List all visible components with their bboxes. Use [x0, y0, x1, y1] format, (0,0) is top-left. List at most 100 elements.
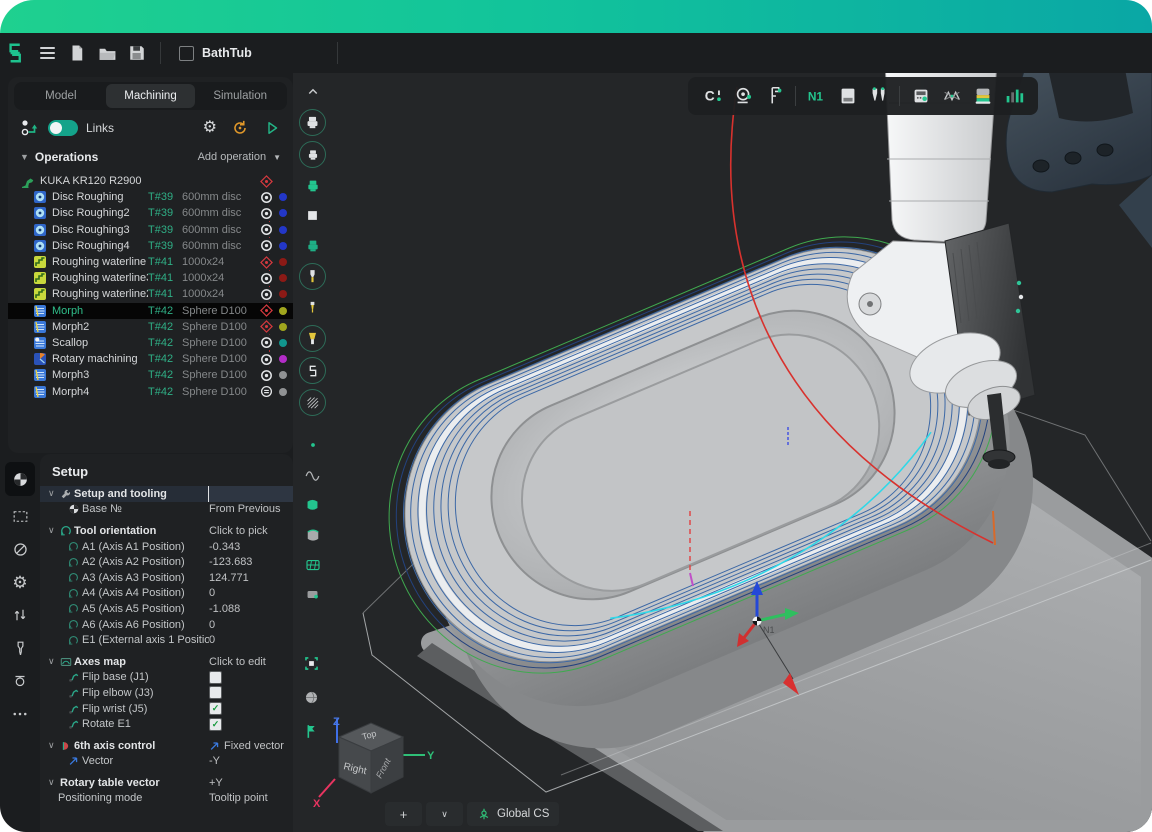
property-row[interactable]: ∨Tool orientationClick to pick: [40, 523, 293, 539]
show-mesh-icon[interactable]: [299, 389, 326, 416]
operation-status-icon[interactable]: [258, 287, 275, 302]
operation-row[interactable]: Disc Roughing3T#39600mm disc: [8, 222, 293, 238]
property-row[interactable]: Flip wrist (J5)✓: [40, 701, 293, 717]
show-chip-icon[interactable]: [300, 582, 325, 607]
group-chevron-icon[interactable]: ∨: [48, 777, 60, 788]
operation-row[interactable]: ScallopT#42Sphere D100: [8, 335, 293, 351]
operation-row[interactable]: MorphT#42Sphere D100: [8, 303, 293, 319]
add-operation-button[interactable]: Add operation: [198, 151, 267, 163]
operation-status-icon[interactable]: [258, 352, 275, 367]
show-holder-icon[interactable]: [299, 325, 326, 352]
operation-row[interactable]: Morph2T#42Sphere D100: [8, 319, 293, 335]
property-value[interactable]: Tooltip point: [209, 792, 293, 804]
rotary-dial-icon[interactable]: [728, 81, 759, 111]
clamp-page-button[interactable]: [5, 668, 35, 694]
curves-icon[interactable]: [936, 81, 967, 111]
tab-simulation[interactable]: Simulation: [195, 84, 285, 108]
operation-row[interactable]: Disc RoughingT#39600mm disc: [8, 189, 293, 205]
add-operation-dropdown-icon[interactable]: ▼: [273, 153, 281, 162]
save-button[interactable]: [122, 38, 152, 68]
tool-pair-icon[interactable]: [863, 81, 894, 111]
group-chevron-icon[interactable]: ∨: [48, 740, 60, 751]
global-cs-button[interactable]: Global CS: [467, 802, 559, 826]
sync-orange-icon[interactable]: [230, 118, 250, 138]
property-value[interactable]: Click to pick: [209, 525, 293, 537]
property-value[interactable]: From Previous: [209, 503, 293, 515]
checkbox[interactable]: [209, 686, 222, 699]
operation-row[interactable]: KUKA KR120 R2900: [8, 173, 293, 189]
property-value[interactable]: Fixed vector: [209, 740, 293, 752]
show-band-icon[interactable]: [300, 492, 325, 517]
property-value[interactable]: -0.343: [209, 541, 293, 553]
show-grid-icon[interactable]: [300, 552, 325, 577]
operation-row[interactable]: Morph4T#42Sphere D100: [8, 383, 293, 399]
operation-status-icon[interactable]: [258, 335, 275, 350]
operation-status-icon[interactable]: [258, 255, 275, 270]
order-button[interactable]: [5, 602, 35, 628]
property-row[interactable]: ∨Axes mapClick to edit: [40, 654, 293, 670]
property-row[interactable]: E1 (External axis 1 Position)0: [40, 632, 293, 648]
operation-row[interactable]: Roughing waterlineT#411000x24: [8, 254, 293, 270]
operation-status-icon[interactable]: [258, 174, 275, 189]
property-row[interactable]: A2 (Axis A2 Position)-123.683: [40, 554, 293, 570]
new-file-button[interactable]: [62, 38, 92, 68]
property-row[interactable]: Flip base (J1): [40, 670, 293, 686]
property-value[interactable]: 0: [209, 619, 293, 631]
machine-head-icon[interactable]: C: [697, 81, 728, 111]
operations-chevron-icon[interactable]: ▼: [20, 152, 29, 162]
project-tab[interactable]: BathTub: [169, 33, 329, 73]
checkbox[interactable]: [209, 671, 222, 684]
add-cs-button[interactable]: +: [385, 802, 422, 826]
parameters-button[interactable]: ⚙: [5, 569, 35, 595]
operation-status-icon[interactable]: [258, 384, 275, 399]
property-row[interactable]: Flip elbow (J3): [40, 685, 293, 701]
property-row[interactable]: A3 (Axis A3 Position)124.771: [40, 570, 293, 586]
show-part-icon[interactable]: [300, 233, 325, 258]
measure-caliper-icon[interactable]: [759, 81, 790, 111]
show-point-icon[interactable]: [300, 432, 325, 457]
show-fixture-icon[interactable]: [299, 357, 326, 384]
statistics-icon[interactable]: [998, 81, 1029, 111]
property-value[interactable]: Click to edit: [209, 656, 293, 668]
property-row[interactable]: ∨Rotary table vector+Y: [40, 775, 293, 791]
property-value[interactable]: +Y: [209, 777, 293, 789]
operation-row[interactable]: Roughing waterline2T#411000x24: [8, 286, 293, 302]
setup-datum-button[interactable]: [5, 462, 35, 496]
operation-status-icon[interactable]: [258, 303, 275, 318]
show-machine-icon[interactable]: [299, 109, 326, 136]
panel-display-icon[interactable]: [832, 81, 863, 111]
fit-view-icon[interactable]: [299, 651, 324, 676]
property-value[interactable]: -Y: [209, 755, 293, 767]
layers-stack-icon[interactable]: [967, 81, 998, 111]
operation-status-icon[interactable]: [258, 222, 275, 237]
show-band-gray-icon[interactable]: [300, 522, 325, 547]
show-wave-icon[interactable]: [300, 462, 325, 487]
cs-expand-button[interactable]: ∨: [426, 802, 463, 826]
operation-row[interactable]: Roughing waterline3T#411000x24: [8, 270, 293, 286]
operation-row[interactable]: Morph3T#42Sphere D100: [8, 367, 293, 383]
property-value[interactable]: -123.683: [209, 556, 293, 568]
show-stock-icon[interactable]: [300, 173, 325, 198]
show-tool-tip-icon[interactable]: [300, 295, 325, 320]
machining-settings-gear-icon[interactable]: ⚙: [203, 120, 217, 136]
operation-status-icon[interactable]: [258, 190, 275, 205]
group-chevron-icon[interactable]: ∨: [48, 488, 60, 499]
more-button[interactable]: [5, 701, 35, 727]
group-chevron-icon[interactable]: ∨: [48, 525, 60, 536]
property-row[interactable]: A1 (Axis A1 Position)-0.343: [40, 539, 293, 555]
property-row[interactable]: ∨6th axis controlFixed vector: [40, 738, 293, 754]
collapse-icon[interactable]: [300, 79, 325, 104]
links-toggle[interactable]: [48, 120, 78, 136]
operation-status-icon[interactable]: [258, 238, 275, 253]
shaded-view-icon[interactable]: [299, 685, 324, 710]
operation-status-icon[interactable]: [258, 271, 275, 286]
property-row[interactable]: Positioning modeTooltip point: [40, 791, 293, 807]
property-row[interactable]: A4 (Axis A4 Position)0: [40, 586, 293, 602]
run-play-icon[interactable]: [263, 119, 281, 137]
job-selection-button[interactable]: [5, 503, 35, 529]
operation-row[interactable]: Rotary machiningT#42Sphere D100: [8, 351, 293, 367]
property-row[interactable]: Base №From Previous: [40, 502, 293, 518]
operation-status-icon[interactable]: [258, 368, 275, 383]
property-value[interactable]: 0: [209, 587, 293, 599]
property-value[interactable]: 124.771: [209, 572, 293, 584]
